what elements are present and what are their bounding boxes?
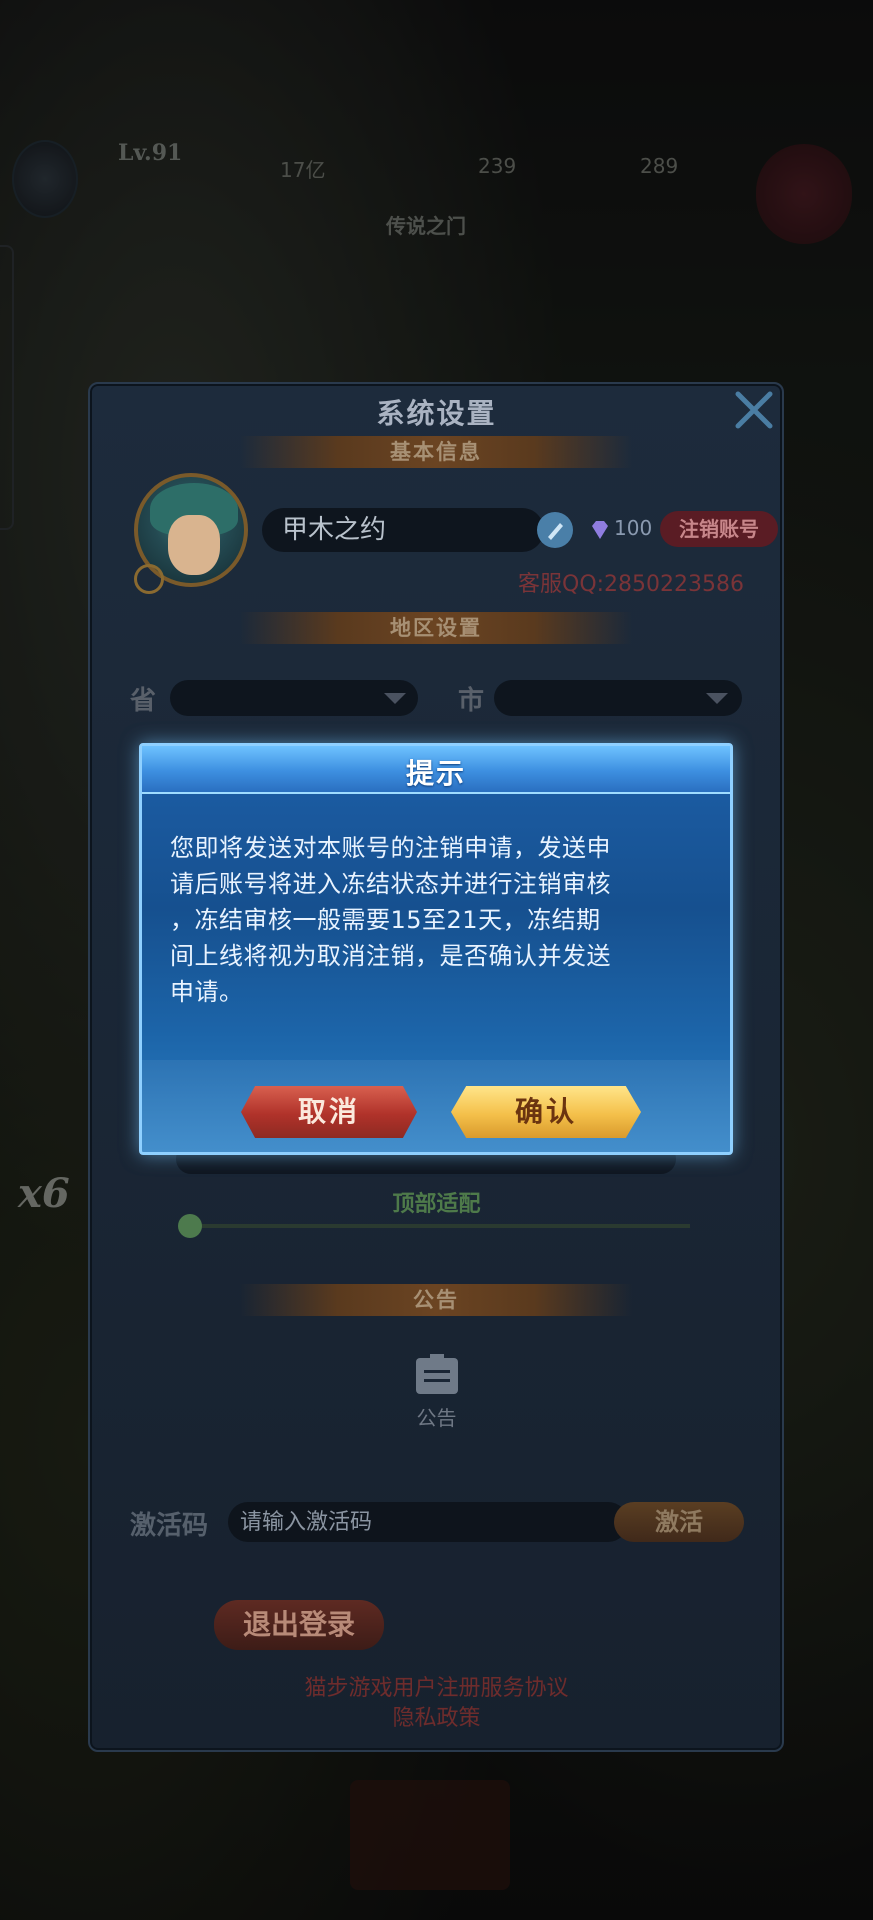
player-name-field: 甲木之约 [262,508,544,552]
dialog-title: 提示 [405,757,466,790]
dialog-message-line: ，冻结审核一般需要15至21天，冻结期 [170,906,601,934]
activation-code-input[interactable] [228,1502,628,1542]
chevron-down-icon [706,693,728,704]
edit-name-icon[interactable] [537,512,573,548]
top-adapt-label: 顶部适配 [392,1191,481,1217]
logout-button[interactable]: 退出登录 [214,1600,384,1650]
avatar-face [168,515,220,575]
confirm-dialog: 提示 您即将发送对本账号的注销申请，发送申 请后账号将进入冻结状态并进行注销审核… [139,743,733,1155]
region-settings-header: 地区设置 [240,612,632,644]
top-adapt-slider-knob[interactable] [178,1214,202,1238]
basic-info-header: 基本信息 [240,436,632,468]
province-label: 省 [130,686,157,716]
top-adapt-slider[interactable] [190,1224,690,1228]
notice-label[interactable]: 公告 [0,1402,873,1431]
diamond-icon [592,521,608,539]
avatar-refresh-icon[interactable] [134,564,164,594]
close-icon[interactable] [730,386,778,434]
confirm-button[interactable]: 确认 [451,1086,641,1138]
city-label: 市 [458,686,485,716]
user-agreement-link[interactable]: 猫步游戏用户注册服务协议 [0,1670,873,1702]
dialog-message-line: 请后账号将进入冻结状态并进行注销审核 [170,870,611,898]
dialog-message-line: 间上线将视为取消注销，是否确认并发送 [170,942,611,970]
support-qq-text: 客服QQ:2850223586 [518,572,745,597]
city-select[interactable] [494,680,742,716]
dialog-message: 您即将发送对本账号的注销申请，发送申 请后账号将进入冻结状态并进行注销审核 ，冻… [170,830,710,1010]
chevron-down-icon [384,693,406,704]
cancel-button[interactable]: 取消 [241,1086,417,1138]
province-select[interactable] [170,680,418,716]
dialog-header: 提示 [142,746,730,794]
activation-code-label: 激活码 [130,1511,209,1541]
dialog-message-line: 申请。 [170,978,244,1006]
dialog-footer [142,1060,730,1152]
rename-cost: 100 [614,516,653,540]
notice-icon[interactable] [412,1352,462,1396]
activate-button[interactable]: 激活 [614,1502,744,1542]
dialog-message-line: 您即将发送对本账号的注销申请，发送申 [170,834,611,862]
privacy-policy-link[interactable]: 隐私政策 [0,1700,873,1732]
notice-section-header: 公告 [240,1284,632,1316]
cancel-account-button[interactable]: 注销账号 [660,511,778,547]
